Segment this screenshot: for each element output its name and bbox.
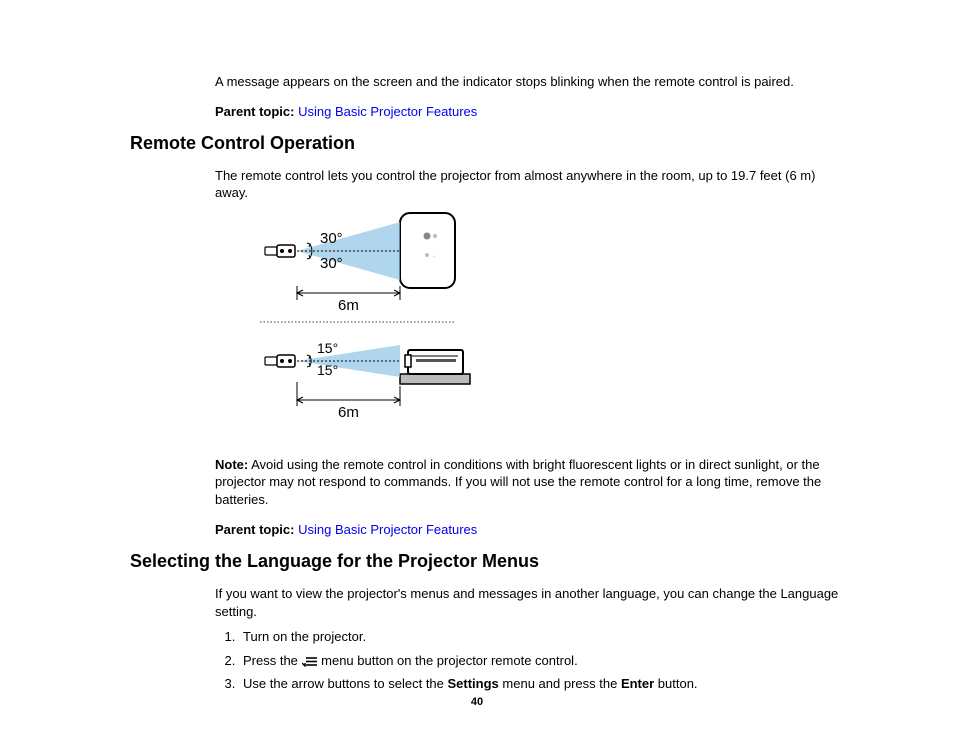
heading-selecting-language: Selecting the Language for the Projector… [130, 551, 844, 572]
step-3-text-c: button. [654, 676, 697, 691]
step-3-text-b: menu and press the [499, 676, 621, 691]
heading-remote-control-operation: Remote Control Operation [130, 133, 844, 154]
step-3-settings: Settings [448, 676, 499, 691]
step-3-enter: Enter [621, 676, 654, 691]
note-text: Avoid using the remote control in condit… [215, 457, 821, 507]
remote-range-figure: · 30° 30° 6m [260, 210, 844, 438]
note-label: Note: [215, 457, 248, 472]
note-paragraph: Note: Avoid using the remote control in … [215, 456, 844, 509]
parent-topic-label-2: Parent topic: [215, 522, 294, 537]
parent-topic-label: Parent topic: [215, 104, 294, 119]
step-3-text-a: Use the arrow buttons to select the [243, 676, 448, 691]
language-paragraph: If you want to view the projector's menu… [215, 585, 844, 620]
step-2: Press the menu button on the projector r… [239, 652, 844, 670]
top-distance-label: 6m [338, 297, 359, 314]
intro-paragraph: A message appears on the screen and the … [215, 73, 844, 91]
bottom-distance-label: 6m [338, 404, 359, 421]
page-number: 40 [0, 696, 954, 708]
top-angle-upper: 30° [320, 230, 343, 247]
bottom-angle-lower: 15° [317, 362, 338, 378]
menu-icon [302, 653, 318, 668]
remote-control-paragraph: The remote control lets you control the … [215, 167, 844, 202]
step-3: Use the arrow buttons to select the Sett… [239, 675, 844, 693]
parent-topic-link-2[interactable]: Using Basic Projector Features [298, 522, 477, 537]
parent-topic-line-2: Parent topic: Using Basic Projector Feat… [215, 522, 844, 537]
parent-topic-line: Parent topic: Using Basic Projector Feat… [215, 104, 844, 119]
svg-text:·: · [433, 253, 435, 260]
steps-list: Turn on the projector. Press the menu bu… [215, 628, 844, 693]
parent-topic-link[interactable]: Using Basic Projector Features [298, 104, 477, 119]
top-angle-lower: 30° [320, 255, 343, 272]
step-2-text-b: menu button on the projector remote cont… [318, 653, 578, 668]
step-1: Turn on the projector. [239, 628, 844, 646]
bottom-angle-upper: 15° [317, 340, 338, 356]
step-2-text-a: Press the [243, 653, 302, 668]
document-page: A message appears on the screen and the … [0, 0, 954, 738]
